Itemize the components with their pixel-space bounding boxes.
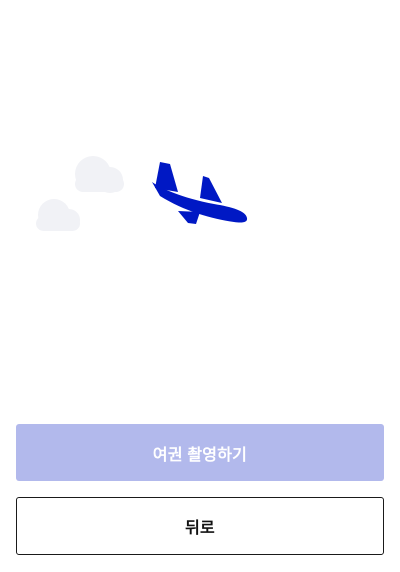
cloud-icon: [75, 156, 124, 193]
airplane-icon: [152, 162, 248, 224]
illustration-canvas: [36, 156, 248, 231]
cloud-icon: [36, 199, 80, 231]
back-button[interactable]: 뒤로: [16, 497, 384, 555]
take-passport-photo-button[interactable]: 여권 촬영하기: [16, 424, 384, 481]
hero-illustration: [0, 140, 400, 250]
